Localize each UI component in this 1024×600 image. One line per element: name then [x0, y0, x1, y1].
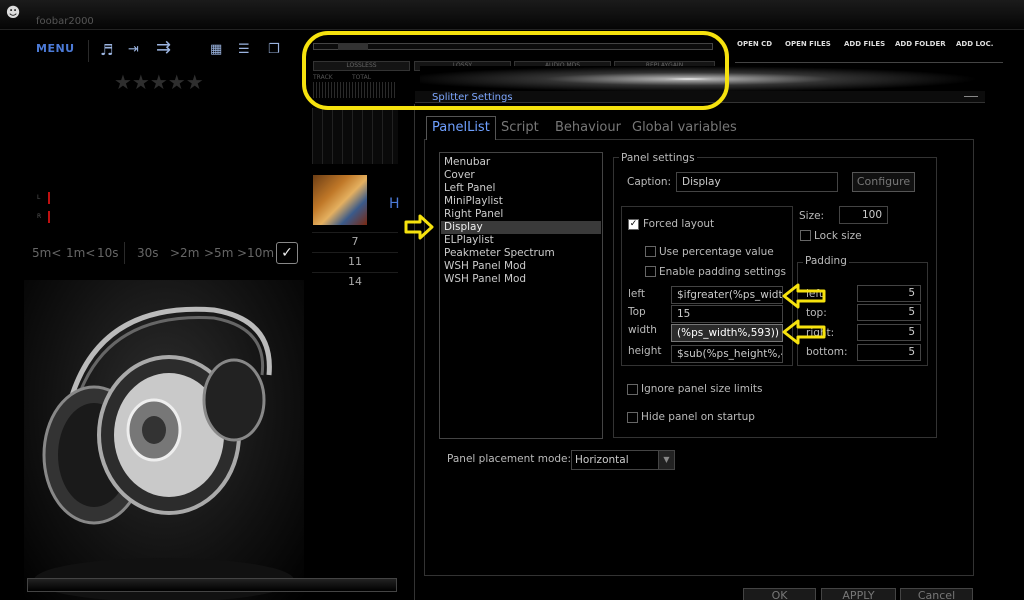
- height-label: height: [628, 345, 662, 357]
- width-expression-input[interactable]: (%ps_width%,593)): [671, 324, 783, 342]
- arrows-right-icon[interactable]: ⇉: [156, 39, 171, 57]
- skip-fwd-2m-button[interactable]: >2m: [170, 246, 199, 260]
- command-strip-divider: [735, 62, 1003, 63]
- toolbar-divider: [88, 40, 89, 62]
- list-item[interactable]: WSH Panel Mod: [444, 260, 600, 273]
- pad-top-input[interactable]: 5: [857, 304, 921, 321]
- cancel-button[interactable]: Cancel: [900, 588, 973, 600]
- lock-size-checkbox[interactable]: [800, 230, 811, 241]
- list-item[interactable]: Menubar: [444, 156, 600, 169]
- skip-back-1m-button[interactable]: 1m<: [66, 246, 95, 260]
- list-lines-icon[interactable]: ☰: [238, 42, 250, 58]
- annotation-arrow-right-icon: [404, 214, 434, 240]
- dialog-minimize-icon[interactable]: [964, 96, 978, 97]
- list-item[interactable]: ELPlaylist: [444, 234, 600, 247]
- hide-on-startup-checkbox[interactable]: [627, 412, 638, 423]
- forced-layout-checkbox[interactable]: ✓: [628, 219, 639, 230]
- windows-icon[interactable]: ❐: [268, 42, 280, 58]
- add-folder-button[interactable]: ADD FOLDER: [895, 40, 946, 48]
- list-grid-icon[interactable]: ▦: [210, 42, 222, 58]
- left-label: left: [628, 288, 646, 300]
- bottom-progress-bar[interactable]: [27, 578, 397, 592]
- chevron-down-icon[interactable]: ▼: [658, 451, 674, 469]
- annotation-arrow-left-icon: [782, 283, 826, 309]
- top-label: Top: [628, 306, 646, 318]
- skip-fwd-10m-button[interactable]: >10m: [237, 246, 274, 260]
- caption-label: Caption:: [627, 176, 672, 188]
- vu-bar-left: [48, 192, 50, 204]
- height-expression-input[interactable]: $sub(%ps_height%,4: [671, 345, 783, 363]
- list-item[interactable]: Left Panel: [444, 182, 600, 195]
- album-cover-thumbnail[interactable]: [313, 175, 367, 225]
- checkmark-button[interactable]: ✓: [276, 242, 298, 264]
- lock-size-label: Lock size: [814, 230, 862, 242]
- use-percentage-checkbox[interactable]: [645, 246, 656, 257]
- skip-divider: [124, 242, 125, 264]
- pad-right-input[interactable]: 5: [857, 324, 921, 341]
- pad-left-input[interactable]: 5: [857, 285, 921, 302]
- pad-bottom-input[interactable]: 5: [857, 344, 921, 361]
- apply-button[interactable]: APPLY: [821, 588, 896, 600]
- skip-fwd-5m-button[interactable]: >5m: [204, 246, 233, 260]
- use-percentage-label: Use percentage value: [659, 246, 774, 258]
- list-item[interactable]: 14: [312, 272, 398, 290]
- skip-back-5m-button[interactable]: 5m<: [32, 246, 61, 260]
- music-note-icon[interactable]: ♬: [100, 42, 113, 58]
- tab-panellist[interactable]: PanelList: [426, 116, 496, 140]
- list-item[interactable]: Cover: [444, 169, 600, 182]
- annotation-highlight-ellipse: [302, 31, 729, 110]
- size-input[interactable]: 100: [839, 206, 888, 224]
- vu-label-left: L: [37, 194, 41, 201]
- menu-button[interactable]: MENU: [36, 42, 75, 55]
- pad-bottom-label: bottom:: [806, 346, 848, 358]
- tab-global-variables[interactable]: Global variables: [632, 120, 737, 135]
- ignore-size-limits-checkbox[interactable]: [627, 384, 638, 395]
- spectrum-strip: [312, 108, 398, 164]
- add-files-button[interactable]: ADD FILES: [844, 40, 885, 48]
- album-letter: H: [389, 196, 400, 212]
- enable-padding-label: Enable padding settings: [659, 266, 786, 278]
- tab-script[interactable]: Script: [501, 120, 539, 135]
- skip-fwd-30s-button[interactable]: 30s: [137, 246, 159, 260]
- headphones-artwork: [24, 280, 304, 600]
- placement-mode-label: Panel placement mode:: [447, 453, 572, 465]
- open-files-button[interactable]: OPEN FILES: [785, 40, 831, 48]
- caption-input[interactable]: Display: [676, 172, 838, 192]
- headphones-illustration: [34, 306, 294, 600]
- window-titlebar: [0, 0, 1024, 30]
- list-item[interactable]: 11: [312, 252, 398, 270]
- panel-list[interactable]: Menubar Cover Left Panel MiniPlaylist Ri…: [439, 152, 603, 439]
- export-icon[interactable]: ⇥: [128, 42, 139, 58]
- panel-settings-label: Panel settings: [619, 152, 697, 164]
- annotation-arrow-left-icon: [782, 319, 826, 345]
- list-item-selected[interactable]: Display: [441, 221, 601, 234]
- vu-bar-right: [48, 211, 50, 223]
- forced-layout-label: Forced layout: [643, 218, 715, 230]
- configure-button[interactable]: Configure: [852, 172, 915, 192]
- app-title: foobar2000: [36, 16, 94, 27]
- hide-on-startup-label: Hide panel on startup: [641, 411, 755, 423]
- width-label: width: [628, 324, 657, 336]
- list-item[interactable]: Peakmeter Spectrum: [444, 247, 600, 260]
- enable-padding-checkbox[interactable]: [645, 266, 656, 277]
- skip-back-10s-button[interactable]: 10s: [97, 246, 119, 260]
- rating-stars[interactable]: ★★★★★: [114, 70, 204, 94]
- left-expression-input[interactable]: $ifgreater(%ps_width: [671, 286, 783, 304]
- list-item[interactable]: Right Panel: [444, 208, 600, 221]
- list-item[interactable]: MiniPlaylist: [444, 195, 600, 208]
- list-item[interactable]: 7: [312, 232, 398, 250]
- add-location-button[interactable]: ADD LOC.: [956, 40, 993, 48]
- size-label: Size:: [799, 210, 825, 222]
- ok-button[interactable]: OK: [743, 588, 816, 600]
- top-expression-input[interactable]: 15: [671, 305, 783, 323]
- padding-group-label: Padding: [803, 255, 849, 267]
- vu-label-right: R: [37, 213, 42, 220]
- tab-behaviour[interactable]: Behaviour: [555, 120, 621, 135]
- ignore-size-limits-label: Ignore panel size limits: [641, 383, 763, 395]
- list-item[interactable]: WSH Panel Mod: [444, 273, 600, 286]
- open-cd-button[interactable]: OPEN CD: [737, 40, 772, 48]
- app-logo-icon: ☻: [5, 5, 21, 21]
